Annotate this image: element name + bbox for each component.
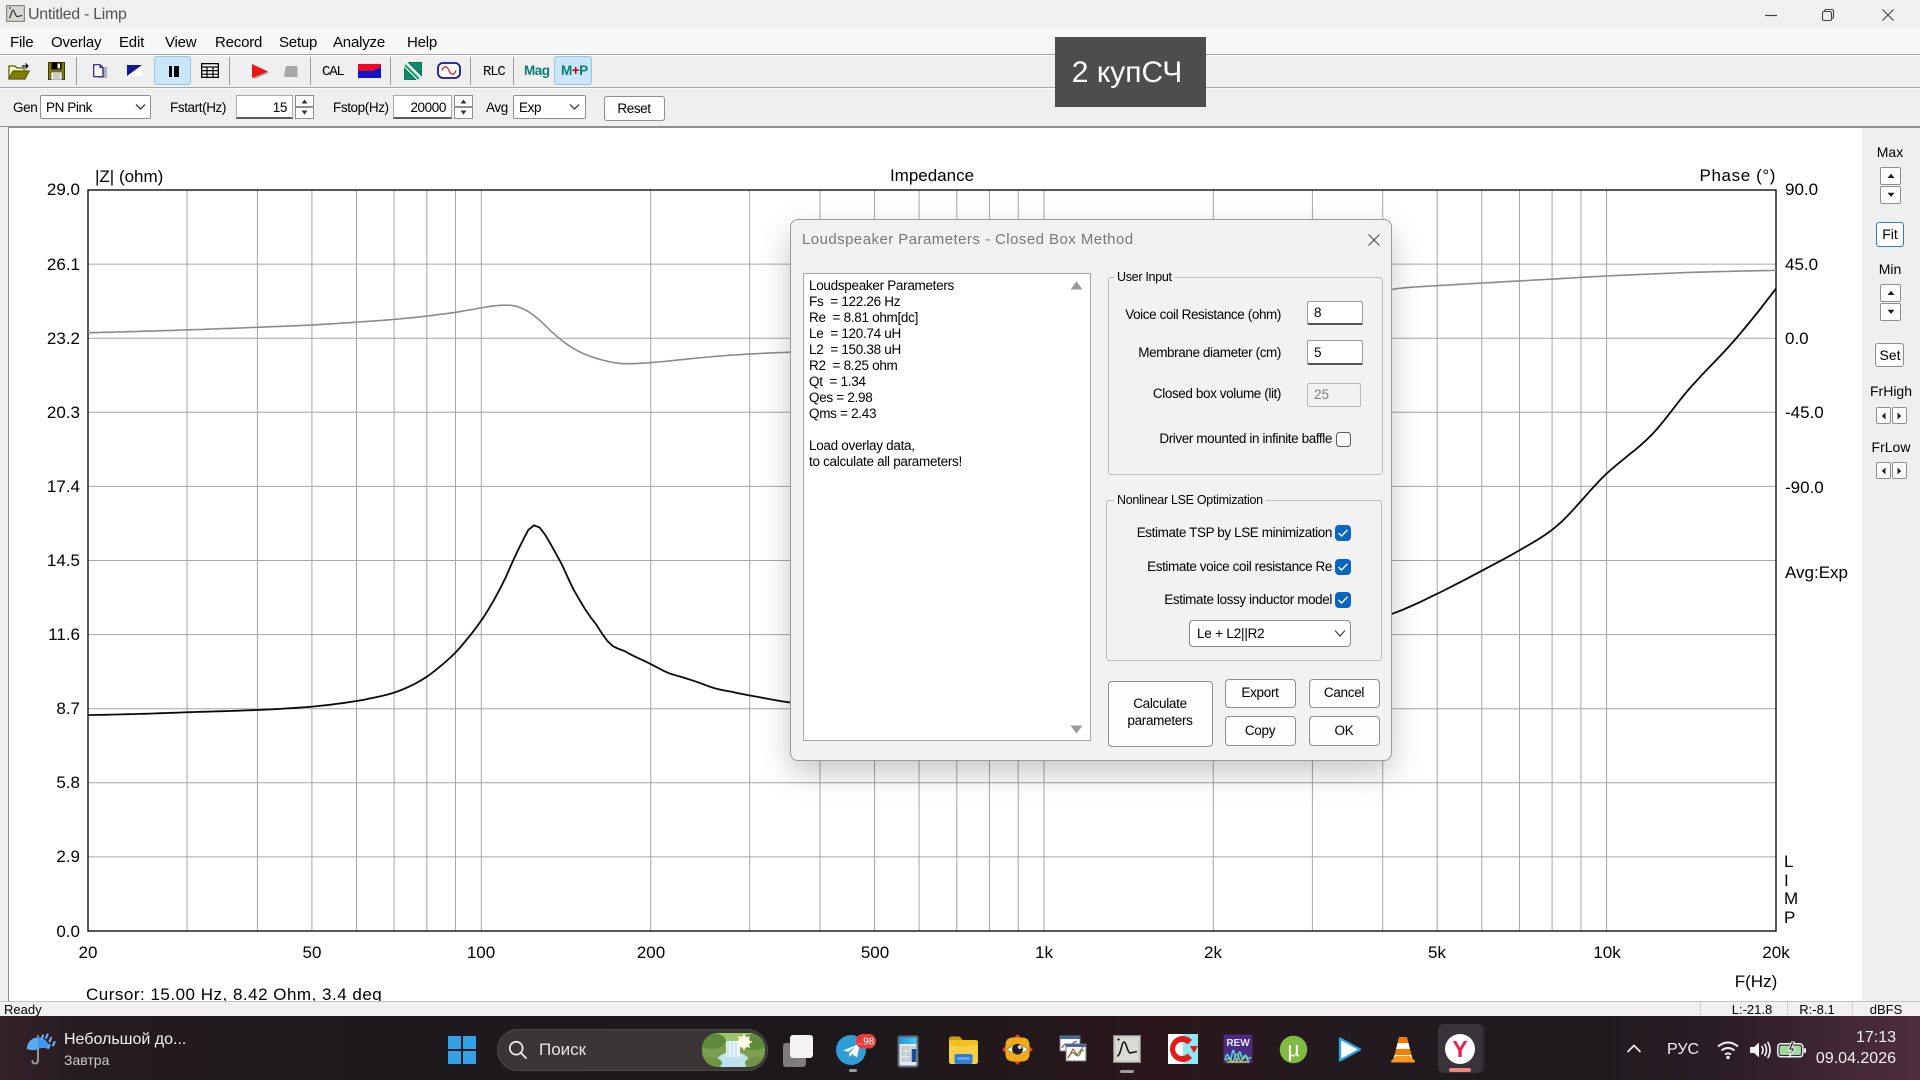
svg-text:µ: µ — [1287, 1039, 1299, 1062]
svg-text:REW: REW — [1226, 1038, 1250, 1049]
svg-text:Y: Y — [1452, 1036, 1467, 1062]
svg-text:..98: ..98 — [858, 1037, 875, 1048]
